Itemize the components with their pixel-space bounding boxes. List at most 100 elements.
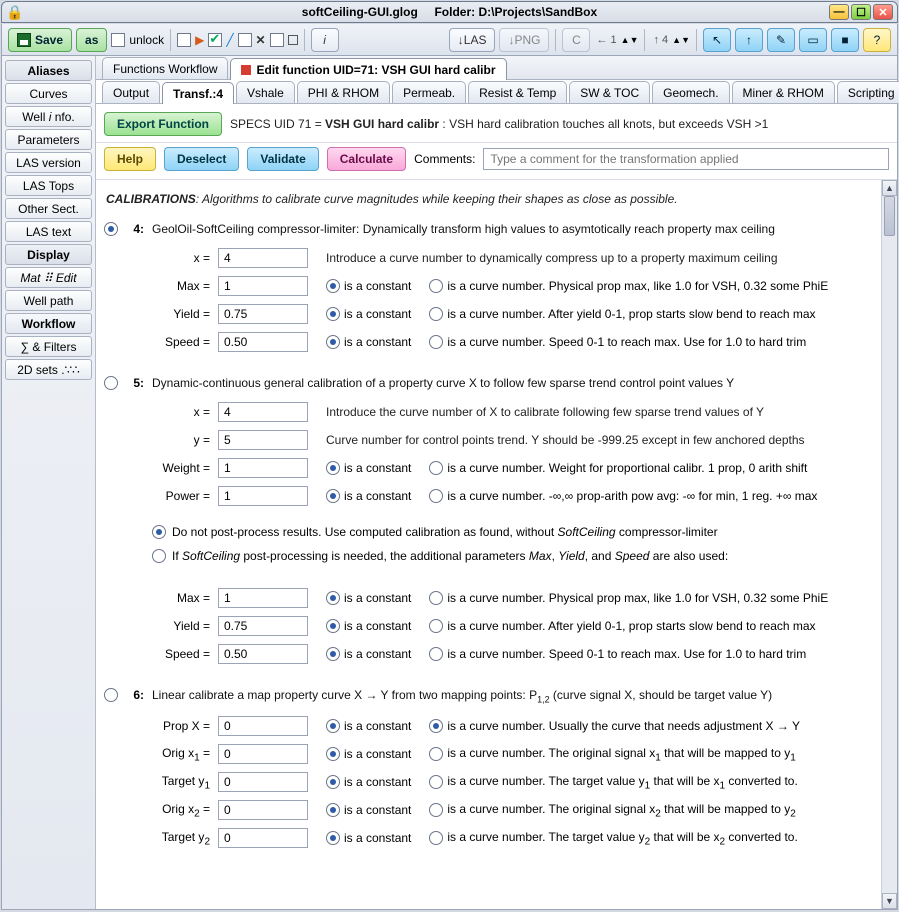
sub-tab-vshale[interactable]: Vshale — [236, 81, 295, 103]
param-input[interactable] — [218, 588, 308, 608]
spin-up[interactable]: ↑ 4 — [653, 34, 668, 46]
tool-edit-button[interactable]: ✎ — [767, 28, 795, 52]
param-input[interactable] — [218, 828, 308, 848]
is-curve-radio[interactable] — [429, 803, 443, 817]
param-input[interactable] — [218, 458, 308, 478]
param-input[interactable] — [218, 332, 308, 352]
calculate-button[interactable]: Calculate — [327, 147, 406, 171]
param-input[interactable] — [218, 248, 308, 268]
is-curve-radio[interactable] — [429, 619, 443, 633]
is-curve-radio[interactable] — [429, 775, 443, 789]
is-constant-radio[interactable] — [326, 647, 340, 661]
sub-tab-transf-4[interactable]: Transf.:4 — [162, 82, 234, 104]
is-constant-radio[interactable] — [326, 591, 340, 605]
nav-mat-edit[interactable]: Mat ⠿ Edit — [5, 267, 92, 288]
tool-rect-button[interactable]: ▭ — [799, 28, 827, 52]
param-input[interactable] — [218, 276, 308, 296]
param-input[interactable] — [218, 772, 308, 792]
sub-tab-scripting[interactable]: Scripting — [837, 81, 899, 103]
is-constant-radio[interactable] — [326, 775, 340, 789]
param-input[interactable] — [218, 744, 308, 764]
nav-2d-sets-[interactable]: 2D sets .∵∴ — [5, 359, 92, 380]
is-curve-radio[interactable] — [429, 335, 443, 349]
is-curve-radio[interactable] — [429, 307, 443, 321]
option-radio-5[interactable] — [104, 376, 118, 390]
is-curve-radio[interactable] — [429, 279, 443, 293]
nav-well-path[interactable]: Well path — [5, 290, 92, 311]
unlock-checkbox[interactable] — [111, 33, 125, 47]
tool-check-2[interactable] — [208, 33, 222, 47]
option-radio-4[interactable] — [104, 222, 118, 236]
save-as-button[interactable]: as — [76, 28, 107, 52]
is-constant-radio[interactable] — [326, 279, 340, 293]
is-curve-radio[interactable] — [429, 719, 443, 733]
close-button[interactable]: ✕ — [873, 4, 893, 20]
is-constant-radio[interactable] — [326, 335, 340, 349]
scroll-up-arrow[interactable]: ▲ — [882, 180, 897, 196]
minimize-button[interactable]: — — [829, 4, 849, 20]
tool-diag-button[interactable]: ↖ — [703, 28, 731, 52]
maximize-button[interactable]: ☐ — [851, 4, 871, 20]
param-input[interactable] — [218, 644, 308, 664]
is-curve-radio[interactable] — [429, 747, 443, 761]
param-input[interactable] — [218, 486, 308, 506]
export-function-button[interactable]: Export Function — [104, 112, 222, 136]
is-constant-radio[interactable] — [326, 307, 340, 321]
tool-check-4[interactable] — [270, 33, 284, 47]
nav-well-i-nfo-[interactable]: Well i nfo. — [5, 106, 92, 127]
is-constant-radio[interactable] — [326, 747, 340, 761]
deselect-button[interactable]: Deselect — [164, 147, 239, 171]
param-input[interactable] — [218, 304, 308, 324]
nav-display[interactable]: Display — [5, 244, 92, 265]
option-radio-6[interactable] — [104, 688, 118, 702]
nav--filters[interactable]: ∑ & Filters — [5, 336, 92, 357]
is-constant-radio[interactable] — [326, 461, 340, 475]
param-input[interactable] — [218, 716, 308, 736]
is-curve-radio[interactable] — [429, 461, 443, 475]
comments-input[interactable] — [483, 148, 889, 170]
is-curve-radio[interactable] — [429, 489, 443, 503]
sub-tab-sw-toc[interactable]: SW & TOC — [569, 81, 650, 103]
sub-tab-miner-rhom[interactable]: Miner & RHOM — [732, 81, 835, 103]
spin-left[interactable]: ← 1 — [596, 34, 616, 46]
scroll-down-arrow[interactable]: ▼ — [882, 893, 897, 909]
info-button[interactable]: i — [311, 28, 339, 52]
save-button[interactable]: Save — [8, 28, 72, 52]
is-constant-radio[interactable] — [326, 831, 340, 845]
top-tab[interactable]: Edit function UID=71: VSH GUI hard calib… — [230, 58, 506, 80]
tool-fill-button[interactable]: ■ — [831, 28, 859, 52]
sub-tab-permeab-[interactable]: Permeab. — [392, 81, 466, 103]
nav-las-version[interactable]: LAS version — [5, 152, 92, 173]
param-input[interactable] — [218, 616, 308, 636]
sub-tab-geomech-[interactable]: Geomech. — [652, 81, 729, 103]
is-curve-radio[interactable] — [429, 591, 443, 605]
export-las-button[interactable]: ↓LAS — [449, 28, 496, 52]
postprocess-radio[interactable] — [152, 525, 166, 539]
param-input[interactable] — [218, 402, 308, 422]
param-input[interactable] — [218, 430, 308, 450]
param-input[interactable] — [218, 800, 308, 820]
nav-curves[interactable]: Curves — [5, 83, 92, 104]
is-constant-radio[interactable] — [326, 719, 340, 733]
sub-tab-phi-rhom[interactable]: PHI & RHOM — [297, 81, 390, 103]
is-curve-radio[interactable] — [429, 647, 443, 661]
is-constant-radio[interactable] — [326, 619, 340, 633]
nav-las-tops[interactable]: LAS Tops — [5, 175, 92, 196]
scroll-thumb[interactable] — [884, 196, 895, 236]
toolbar-help-button[interactable]: ? — [863, 28, 891, 52]
nav-other-sect-[interactable]: Other Sect. — [5, 198, 92, 219]
tool-check-1[interactable] — [177, 33, 191, 47]
nav-aliases[interactable]: Aliases — [5, 60, 92, 81]
sub-tab-resist-temp[interactable]: Resist & Temp — [468, 81, 567, 103]
nav-las-text[interactable]: LAS text — [5, 221, 92, 242]
sub-tab-output[interactable]: Output — [102, 81, 160, 103]
help-button[interactable]: Help — [104, 147, 156, 171]
nav-parameters[interactable]: Parameters — [5, 129, 92, 150]
validate-button[interactable]: Validate — [247, 147, 318, 171]
nav-workflow[interactable]: Workflow — [5, 313, 92, 334]
is-constant-radio[interactable] — [326, 489, 340, 503]
postprocess-radio[interactable] — [152, 549, 166, 563]
top-tab[interactable]: Functions Workflow — [102, 57, 228, 79]
is-curve-radio[interactable] — [429, 831, 443, 845]
tool-check-3[interactable] — [238, 33, 252, 47]
